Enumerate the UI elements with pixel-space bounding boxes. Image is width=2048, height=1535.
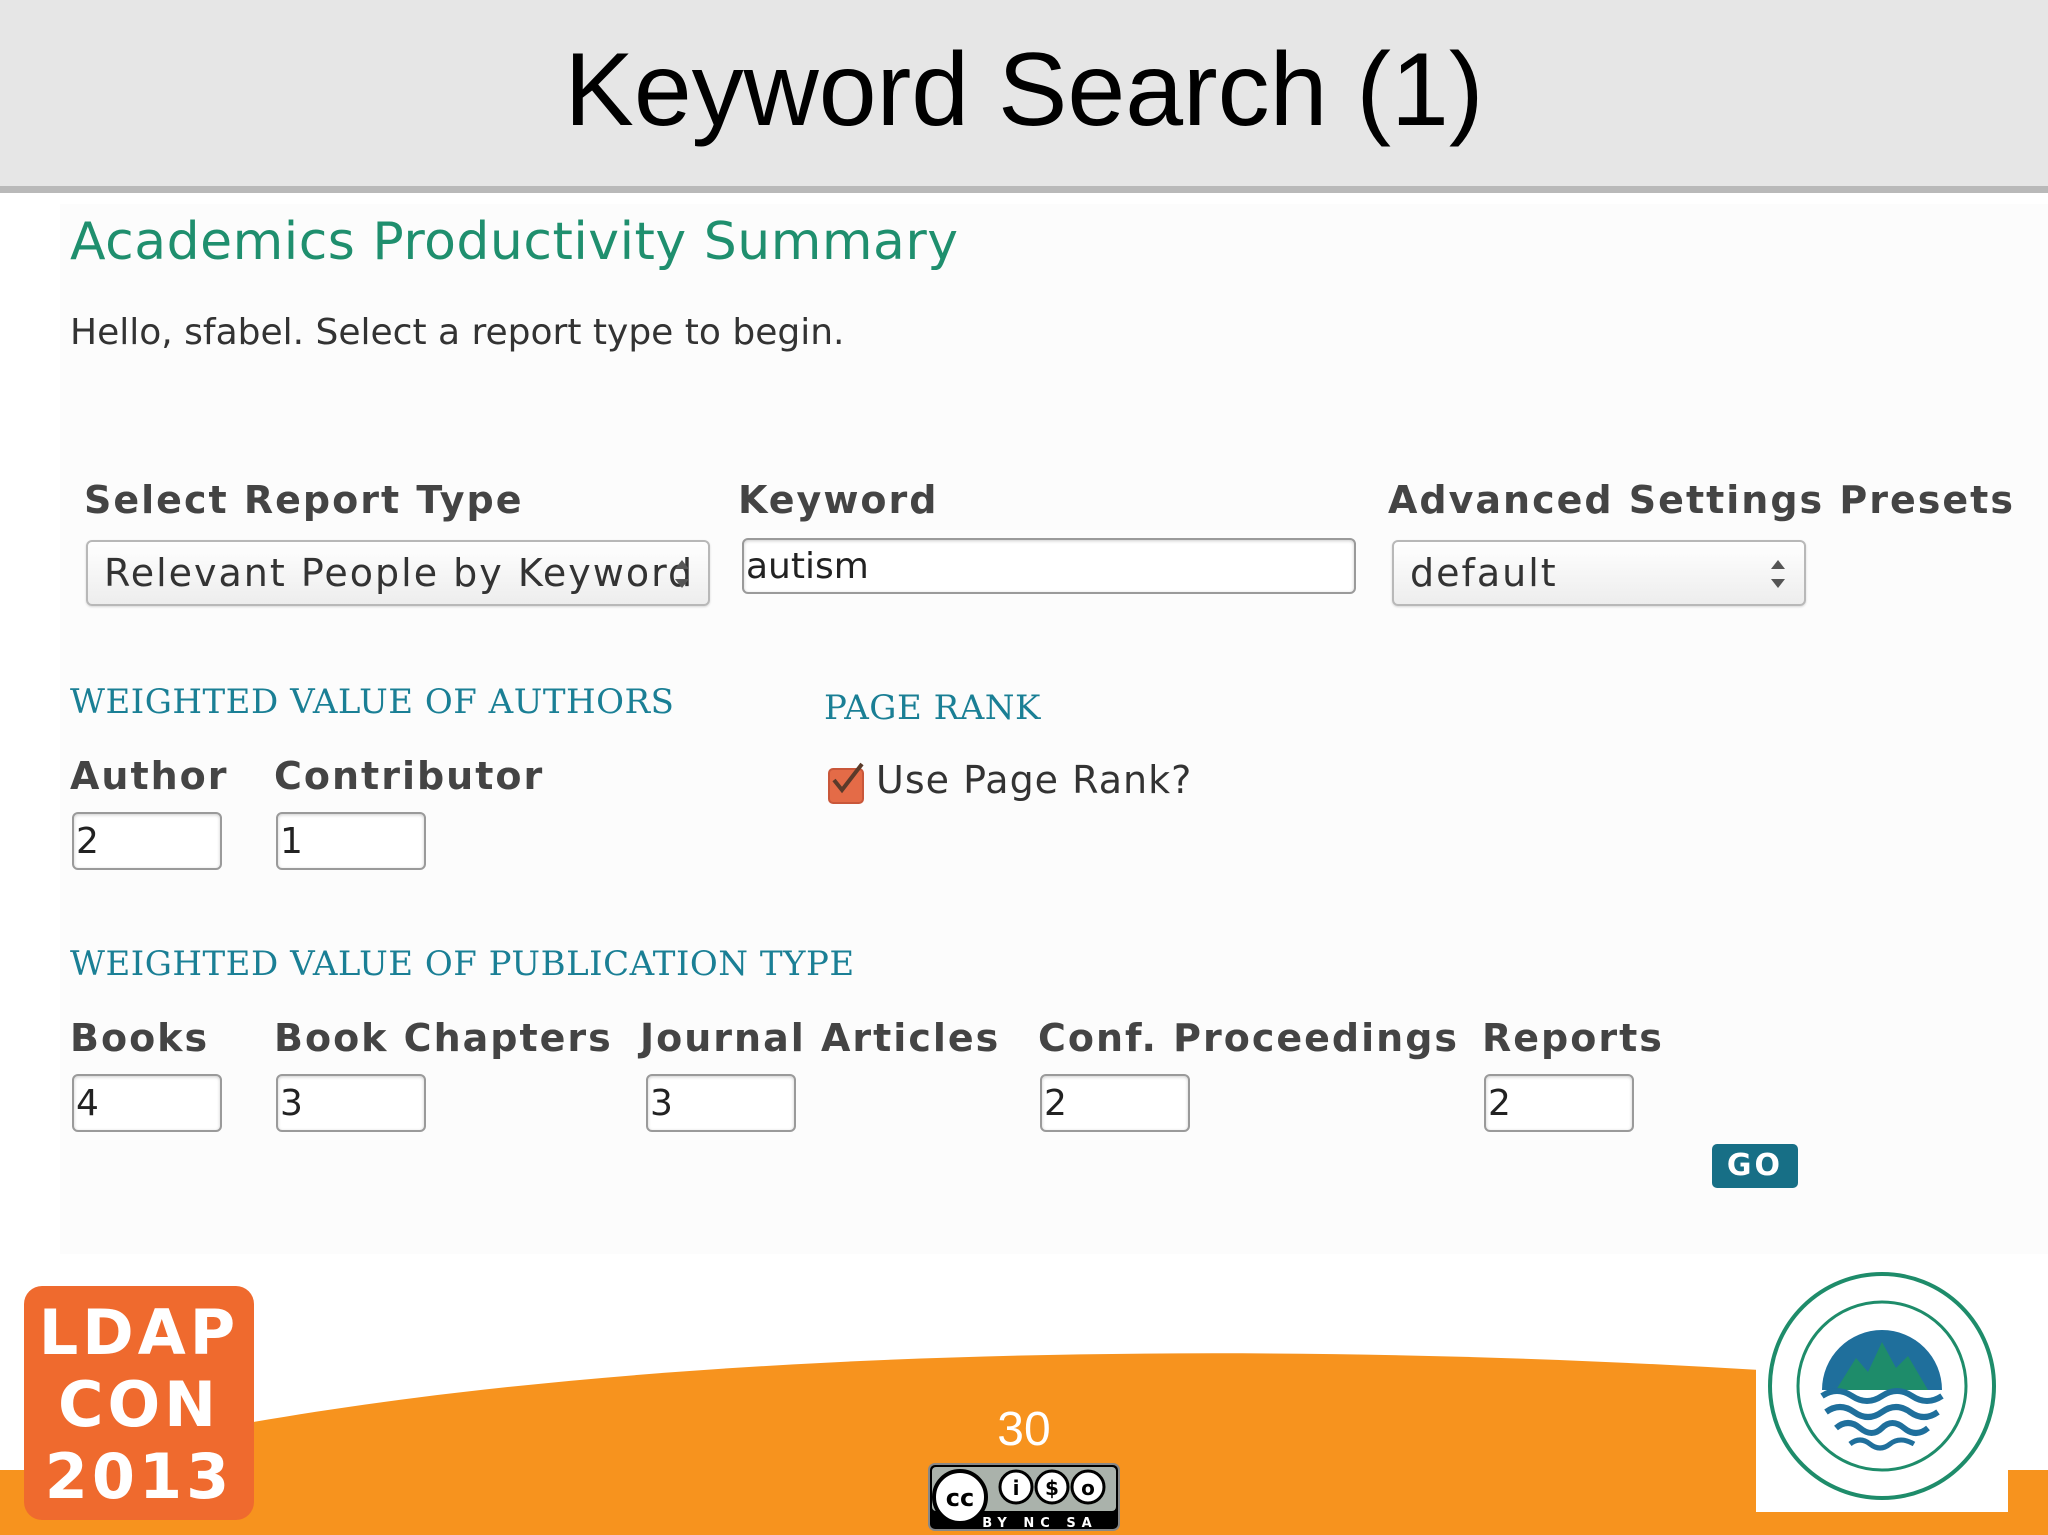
keyword-label: Keyword xyxy=(738,478,939,522)
cc-by-nc-sa-icon: cc i $ o BY NC SA xyxy=(928,1463,1120,1531)
conf-proceedings-label: Conf. Proceedings xyxy=(1038,1016,1460,1060)
contributor-label: Contributor xyxy=(274,754,545,798)
page-number: 30 xyxy=(997,1403,1051,1456)
svg-text:cc: cc xyxy=(946,1484,974,1512)
books-label: Books xyxy=(70,1016,210,1060)
keyword-input[interactable] xyxy=(742,538,1356,594)
author-weight-input[interactable] xyxy=(72,812,222,870)
report-type-selected: Relevant People by Keyword xyxy=(104,551,695,595)
page-rank-checkbox[interactable] xyxy=(828,762,864,804)
page-rank-heading: PAGE RANK xyxy=(824,688,1041,728)
checkmark-icon xyxy=(832,762,864,794)
college-of-education-seal-icon xyxy=(1768,1272,1996,1500)
select-arrows-icon xyxy=(1771,560,1785,588)
report-type-select[interactable]: Relevant People by Keyword xyxy=(86,540,710,606)
authors-section-heading: WEIGHTED VALUE OF AUTHORS xyxy=(70,682,675,722)
ldapcon-2013-logo: LDAP CON 2013 xyxy=(24,1286,254,1520)
book-chapters-weight-input[interactable] xyxy=(276,1074,426,1132)
author-label: Author xyxy=(70,754,229,798)
reports-label: Reports xyxy=(1482,1016,1664,1060)
presets-label: Advanced Settings Presets xyxy=(1388,478,2015,522)
conf-proceedings-weight-input[interactable] xyxy=(1040,1074,1190,1132)
greeting-text: Hello, sfabel. Select a report type to b… xyxy=(70,312,845,353)
ldap-logo-line1: LDAP xyxy=(38,1296,240,1369)
book-chapters-label: Book Chapters xyxy=(274,1016,613,1060)
contributor-weight-input[interactable] xyxy=(276,812,426,870)
reports-weight-input[interactable] xyxy=(1484,1074,1634,1132)
presets-selected: default xyxy=(1410,551,1558,595)
ldap-logo-line3: 2013 xyxy=(44,1440,234,1513)
report-type-label: Select Report Type xyxy=(84,478,524,522)
journal-articles-label: Journal Articles xyxy=(640,1016,1001,1060)
go-button[interactable]: GO xyxy=(1712,1144,1798,1188)
svg-text:o: o xyxy=(1081,1476,1095,1500)
publication-section-heading: WEIGHTED VALUE OF PUBLICATION TYPE xyxy=(70,944,855,984)
college-of-education-seal xyxy=(1756,1260,2008,1512)
journal-articles-weight-input[interactable] xyxy=(646,1074,796,1132)
ldap-logo-line2: CON xyxy=(57,1368,221,1441)
slide-title: Keyword Search (1) xyxy=(564,32,1484,148)
presets-select[interactable]: default xyxy=(1392,540,1806,606)
slide: Keyword Search (1) Academics Productivit… xyxy=(0,0,2048,1535)
svg-text:i: i xyxy=(1013,1476,1020,1500)
app-title: Academics Productivity Summary xyxy=(70,212,959,272)
svg-text:$: $ xyxy=(1045,1476,1059,1500)
select-arrows-icon xyxy=(675,560,689,588)
page-rank-checkbox-label: Use Page Rank? xyxy=(876,758,1193,802)
svg-text:BY NC SA: BY NC SA xyxy=(982,1516,1098,1531)
books-weight-input[interactable] xyxy=(72,1074,222,1132)
